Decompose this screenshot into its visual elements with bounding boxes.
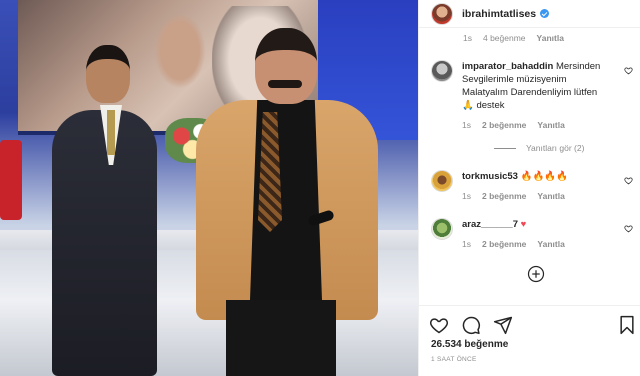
author-avatar[interactable] (431, 2, 453, 25)
commenter-avatar[interactable] (431, 60, 453, 82)
commenter-username[interactable]: imparator_bahaddin (462, 61, 553, 72)
reply-button[interactable]: Yanıtla (537, 120, 564, 130)
comment-item: araz______7 ♥ 1s 2 beğenme Yanıtla (431, 218, 640, 249)
comment-meta-partial: 1s 4 beğenme Yanıtla (463, 33, 564, 43)
bookmark-icon[interactable] (617, 315, 637, 335)
comment-body-tail: destek (476, 100, 505, 111)
pray-emoji: 🙏 (462, 100, 474, 111)
heart-icon[interactable] (429, 315, 449, 335)
post-sidebar: ibrahimtatlises 1s 4 beğenme Yanıtla imp… (418, 0, 640, 376)
replies-divider (494, 147, 516, 149)
post-image[interactable] (0, 0, 418, 376)
comment-like-heart-icon[interactable] (624, 66, 633, 75)
comment-likes[interactable]: 2 beğenme (482, 191, 526, 201)
like-count[interactable]: 26.534 beğenme (431, 339, 508, 350)
commenter-avatar[interactable] (431, 218, 453, 240)
post-timestamp: 1 SAAT ÖNCE (431, 356, 477, 363)
verified-badge-icon (540, 9, 550, 18)
comment-meta: 1s 2 beğenme Yanıtla (462, 191, 610, 201)
commenter-username[interactable]: torkmusic53 (462, 171, 518, 182)
post-actions: 26.534 beğenme 1 SAAT ÖNCE (419, 305, 640, 376)
reply-button[interactable]: Yanıtla (537, 191, 564, 201)
comment-text: araz______7 ♥ (462, 218, 610, 231)
comment-time: 1s (462, 239, 471, 249)
view-replies-button[interactable]: Yanıtları gör (2) (494, 143, 584, 153)
commenter-username[interactable]: araz______7 (462, 219, 518, 230)
comment-item: imparator_bahaddin Mersinden Sevgileriml… (431, 60, 640, 130)
red-heart-emoji: ♥ (520, 219, 527, 230)
reply-button[interactable]: Yanıtla (537, 33, 564, 43)
comment-like-heart-icon[interactable] (624, 176, 633, 185)
author-username[interactable]: ibrahimtatlises (462, 8, 536, 20)
comment-text: torkmusic53 🔥🔥🔥🔥 (462, 170, 610, 183)
plus-circle-icon[interactable] (527, 265, 545, 283)
comment-time: 1s (463, 33, 472, 43)
view-replies-label: Yanıtları gör (2) (526, 143, 585, 153)
reply-button[interactable]: Yanıtla (537, 239, 564, 249)
comment-time: 1s (462, 120, 471, 130)
man-dark-suit (52, 110, 157, 376)
comment-likes[interactable]: 2 beğenme (482, 239, 526, 249)
man-dark-suit-head (86, 45, 130, 103)
black-trousers (226, 300, 336, 376)
gold-tie (107, 110, 115, 155)
commenter-avatar[interactable] (431, 170, 453, 192)
share-icon[interactable] (493, 315, 513, 335)
comment-meta: 1s 2 beğenme Yanıtla (462, 239, 610, 249)
red-chair (0, 140, 22, 220)
comment-likes[interactable]: 4 beğenme (483, 33, 526, 43)
singer-head (255, 28, 317, 104)
backdrop-face (150, 15, 210, 95)
fire-emoji: 🔥🔥🔥🔥 (520, 171, 568, 182)
comment-like-heart-icon[interactable] (624, 224, 633, 233)
comment-icon[interactable] (461, 315, 481, 335)
comment-likes[interactable]: 2 beğenme (482, 120, 526, 130)
comment-item: torkmusic53 🔥🔥🔥🔥 1s 2 beğenme Yanıtla (431, 170, 640, 201)
post-header: ibrahimtatlises (419, 0, 640, 28)
mustache (268, 80, 302, 88)
comment-time: 1s (462, 191, 471, 201)
comment-text: imparator_bahaddin Mersinden Sevgileriml… (462, 60, 610, 112)
comment-meta: 1s 2 beğenme Yanıtla (462, 120, 610, 130)
